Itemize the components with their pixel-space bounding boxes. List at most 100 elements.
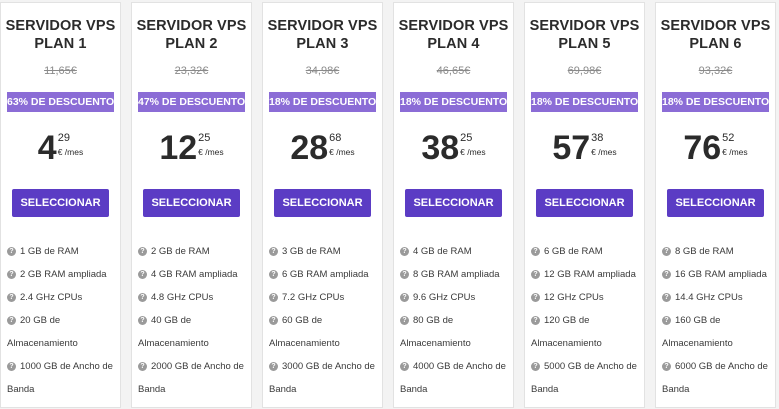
question-circle-icon[interactable]: ? bbox=[7, 362, 16, 371]
feature-list: ? 4 GB de RAM ? 8 GB RAM ampliada ? 9.6 GHz… bbox=[400, 240, 513, 401]
question-circle-icon[interactable]: ? bbox=[531, 247, 540, 256]
question-circle-icon[interactable]: ? bbox=[269, 316, 278, 325]
old-price: 93,32€ bbox=[698, 65, 733, 77]
feature-label: 4000 GB de Ancho de Banda bbox=[400, 361, 506, 395]
price: 28 68 € /mes bbox=[263, 131, 382, 167]
discount-badge: 18% DE DESCUENTO bbox=[531, 92, 638, 112]
discount-badge: 18% DE DESCUENTO bbox=[269, 92, 376, 112]
feature-label: 4 GB RAM ampliada bbox=[151, 269, 238, 280]
feature-item: ? 8 GB RAM ampliada bbox=[400, 263, 513, 286]
feature-label: 9.6 GHz CPUs bbox=[413, 292, 476, 303]
plan-title: SERVIDOR VPS PLAN 6 bbox=[656, 17, 775, 53]
feature-label: 2 GB RAM ampliada bbox=[20, 269, 107, 280]
question-circle-icon[interactable]: ? bbox=[531, 316, 540, 325]
discount-badge: 63% DE DESCUENTO bbox=[7, 92, 114, 112]
price-integer: 38 bbox=[421, 129, 460, 167]
old-price: 46,65€ bbox=[436, 65, 471, 77]
feature-item: ? 4.8 GHz CPUs bbox=[138, 286, 251, 309]
plan-title-line1: SERVIDOR VPS bbox=[5, 18, 116, 34]
plan-title-line1: SERVIDOR VPS bbox=[136, 18, 247, 34]
question-circle-icon[interactable]: ? bbox=[138, 362, 147, 371]
question-circle-icon[interactable]: ? bbox=[531, 362, 540, 371]
plan-card-3: SERVIDOR VPS PLAN 3 34,98€ 18% DE DESCUE… bbox=[262, 2, 383, 408]
feature-item: ? 4 GB de RAM bbox=[400, 240, 513, 263]
plan-title: SERVIDOR VPS PLAN 1 bbox=[1, 17, 120, 53]
plan-title: SERVIDOR VPS PLAN 4 bbox=[394, 17, 513, 53]
question-circle-icon[interactable]: ? bbox=[7, 316, 16, 325]
feature-item: ? 2 GB de RAM bbox=[138, 240, 251, 263]
feature-label: 80 GB de Almacenamiento bbox=[400, 315, 471, 349]
feature-label: 1000 GB de Ancho de Banda bbox=[7, 361, 113, 395]
question-circle-icon[interactable]: ? bbox=[7, 293, 16, 302]
plan-title-line1: SERVIDOR VPS bbox=[267, 18, 378, 34]
plan-card-5: SERVIDOR VPS PLAN 5 69,98€ 18% DE DESCUE… bbox=[524, 2, 645, 408]
question-circle-icon[interactable]: ? bbox=[400, 247, 409, 256]
plan-title: SERVIDOR VPS PLAN 5 bbox=[525, 17, 644, 53]
feature-item: ? 12 GB RAM ampliada bbox=[531, 263, 644, 286]
feature-item: ? 8 GB de RAM bbox=[662, 240, 775, 263]
price-unit: € /mes bbox=[198, 147, 224, 157]
feature-item: ? 6 GB de RAM bbox=[531, 240, 644, 263]
question-circle-icon[interactable]: ? bbox=[138, 270, 147, 279]
plan-card-6: SERVIDOR VPS PLAN 6 93,32€ 18% DE DESCUE… bbox=[655, 2, 776, 408]
question-circle-icon[interactable]: ? bbox=[7, 247, 16, 256]
question-circle-icon[interactable]: ? bbox=[7, 270, 16, 279]
feature-label: 12 GB RAM ampliada bbox=[544, 269, 636, 280]
plan-title-line2: PLAN 6 bbox=[689, 36, 742, 52]
plan-title-line2: PLAN 3 bbox=[296, 36, 349, 52]
feature-item: ? 60 GB de Almacenamiento bbox=[269, 309, 382, 355]
feature-label: 3 GB de RAM bbox=[282, 246, 341, 257]
plan-title-line2: PLAN 5 bbox=[558, 36, 611, 52]
price-integer: 28 bbox=[290, 129, 329, 167]
select-button[interactable]: SELECCIONAR bbox=[12, 189, 109, 217]
question-circle-icon[interactable]: ? bbox=[662, 362, 671, 371]
question-circle-icon[interactable]: ? bbox=[531, 270, 540, 279]
feature-label: 1 GB de RAM bbox=[20, 246, 79, 257]
question-circle-icon[interactable]: ? bbox=[269, 293, 278, 302]
question-circle-icon[interactable]: ? bbox=[269, 362, 278, 371]
question-circle-icon[interactable]: ? bbox=[662, 316, 671, 325]
price-cents: 68 bbox=[329, 132, 342, 144]
question-circle-icon[interactable]: ? bbox=[531, 293, 540, 302]
question-circle-icon[interactable]: ? bbox=[269, 247, 278, 256]
select-button[interactable]: SELECCIONAR bbox=[274, 189, 371, 217]
old-price: 34,98€ bbox=[305, 65, 340, 77]
question-circle-icon[interactable]: ? bbox=[138, 316, 147, 325]
select-button[interactable]: SELECCIONAR bbox=[667, 189, 764, 217]
feature-item: ? 1000 GB de Ancho de Banda bbox=[7, 355, 120, 401]
question-circle-icon[interactable]: ? bbox=[400, 316, 409, 325]
question-circle-icon[interactable]: ? bbox=[400, 270, 409, 279]
price-integer: 4 bbox=[37, 129, 57, 167]
feature-item: ? 120 GB de Almacenamiento bbox=[531, 309, 644, 355]
select-button[interactable]: SELECCIONAR bbox=[405, 189, 502, 217]
feature-label: 6 GB de RAM bbox=[544, 246, 603, 257]
question-circle-icon[interactable]: ? bbox=[662, 270, 671, 279]
feature-label: 14.4 GHz CPUs bbox=[675, 292, 743, 303]
feature-list: ? 6 GB de RAM ? 12 GB RAM ampliada ? 12 GHz… bbox=[531, 240, 644, 401]
feature-label: 2000 GB de Ancho de Banda bbox=[138, 361, 244, 395]
feature-item: ? 16 GB RAM ampliada bbox=[662, 263, 775, 286]
price: 76 52 € /mes bbox=[656, 131, 775, 167]
feature-item: ? 3 GB de RAM bbox=[269, 240, 382, 263]
price-unit: € /mes bbox=[329, 147, 355, 157]
question-circle-icon[interactable]: ? bbox=[400, 362, 409, 371]
feature-label: 5000 GB de Ancho de Banda bbox=[531, 361, 637, 395]
feature-label: 2 GB de RAM bbox=[151, 246, 210, 257]
feature-item: ? 3000 GB de Ancho de Banda bbox=[269, 355, 382, 401]
question-circle-icon[interactable]: ? bbox=[138, 293, 147, 302]
question-circle-icon[interactable]: ? bbox=[662, 247, 671, 256]
question-circle-icon[interactable]: ? bbox=[662, 293, 671, 302]
select-button[interactable]: SELECCIONAR bbox=[143, 189, 240, 217]
question-circle-icon[interactable]: ? bbox=[269, 270, 278, 279]
price-cents: 52 bbox=[722, 132, 735, 144]
feature-item: ? 7.2 GHz CPUs bbox=[269, 286, 382, 309]
feature-label: 6000 GB de Ancho de Banda bbox=[662, 361, 768, 395]
plan-card-1: SERVIDOR VPS PLAN 1 11,65€ 63% DE DESCUE… bbox=[0, 2, 121, 408]
select-button[interactable]: SELECCIONAR bbox=[536, 189, 633, 217]
discount-badge: 18% DE DESCUENTO bbox=[662, 92, 769, 112]
question-circle-icon[interactable]: ? bbox=[400, 293, 409, 302]
price-unit: € /mes bbox=[591, 147, 617, 157]
price: 4 29 € /mes bbox=[1, 131, 120, 167]
discount-badge: 18% DE DESCUENTO bbox=[400, 92, 507, 112]
question-circle-icon[interactable]: ? bbox=[138, 247, 147, 256]
